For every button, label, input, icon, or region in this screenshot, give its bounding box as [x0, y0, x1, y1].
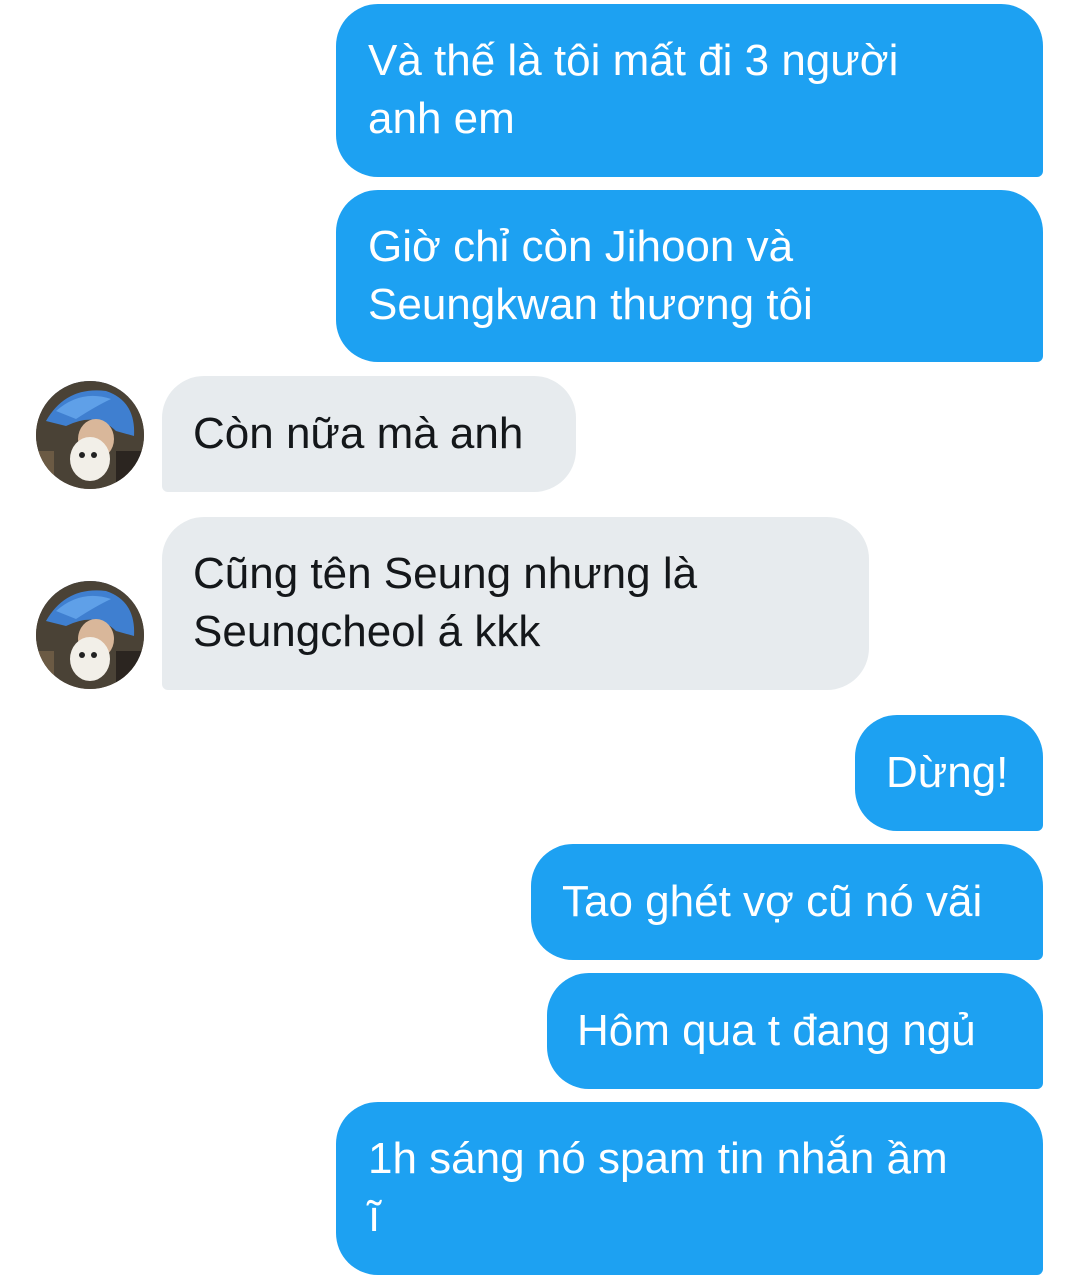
incoming-message[interactable]: Cũng tên Seung nhưng là Seungcheol á kkk [162, 517, 869, 690]
outgoing-message[interactable]: Tao ghét vợ cũ nó vãi [531, 844, 1043, 960]
outgoing-message[interactable]: Và thế là tôi mất đi 3 người anh em [336, 4, 1043, 177]
outgoing-message[interactable]: Giờ chỉ còn Jihoon và Seungkwan thương t… [336, 190, 1043, 362]
outgoing-message[interactable]: Hôm qua t đang ngủ [547, 973, 1043, 1089]
outgoing-message[interactable]: 1h sáng nó spam tin nhắn ầm ĩ [336, 1102, 1043, 1275]
contact-avatar[interactable] [36, 581, 144, 689]
contact-avatar[interactable] [36, 381, 144, 489]
outgoing-message[interactable]: Dừng! [855, 715, 1043, 831]
incoming-message[interactable]: Còn nữa mà anh [162, 376, 576, 492]
